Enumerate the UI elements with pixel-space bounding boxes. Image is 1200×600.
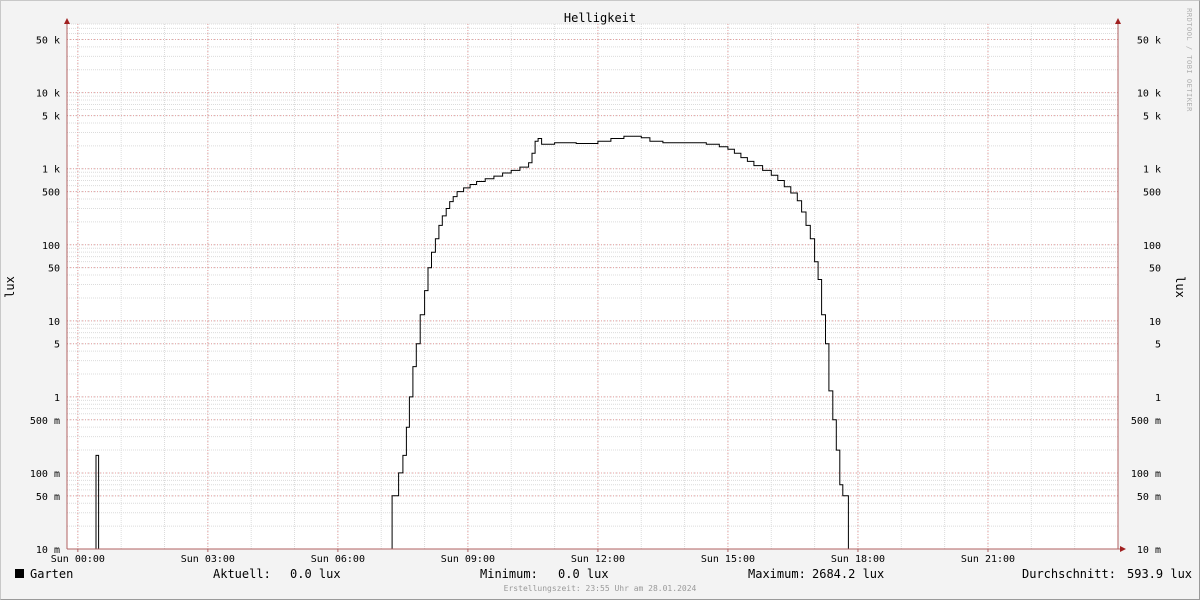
stat-avg-label: Durchschnitt:: [1022, 567, 1116, 581]
creation-timestamp: Erstellungszeit: 23:55 Uhr am 28.01.2024: [503, 584, 697, 593]
stat-current-value: 0.0 lux: [290, 567, 341, 581]
y-tick-label-left: 500 m: [30, 416, 60, 427]
y-tick-label-right: 10: [1149, 317, 1161, 328]
y-tick-label-left: 50 k: [36, 36, 60, 47]
y-tick-label-left: 100 m: [30, 469, 60, 480]
y-tick-label-left: 50: [48, 264, 60, 275]
stat-avg-value: 593.9 lux: [1127, 567, 1193, 581]
y-tick-label-right: 1: [1155, 393, 1161, 404]
x-tick-label: Sun 09:00: [441, 554, 495, 565]
legend-series-name: Garten: [30, 567, 74, 581]
y-tick-label-left: 10 m: [36, 545, 60, 556]
stat-min-label: Minimum:: [480, 567, 538, 581]
watermark: RRDTOOL / TOBI OETIKER: [1185, 8, 1193, 112]
y-axis-label-right: lux: [1173, 276, 1187, 298]
y-tick-label-left: 5: [54, 340, 60, 351]
y-tick-label-right: 10 k: [1137, 89, 1161, 100]
y-tick-label-left: 500: [42, 188, 60, 199]
y-tick-label-right: 500: [1143, 188, 1161, 199]
x-tick-label: Sun 03:00: [181, 554, 235, 565]
y-axis-label-left: lux: [3, 276, 17, 298]
stat-max-label: Maximum:: [748, 567, 806, 581]
stat-min-value: 0.0 lux: [558, 567, 609, 581]
y-axis-arrow-right: [1115, 18, 1121, 24]
x-tick-label: Sun 18:00: [831, 554, 885, 565]
x-tick-label: Sun 12:00: [571, 554, 625, 565]
y-tick-label-right: 5 k: [1143, 112, 1161, 123]
y-tick-label-left: 100: [42, 241, 60, 252]
y-tick-label-right: 50 k: [1137, 36, 1161, 47]
y-tick-label-right: 50: [1149, 264, 1161, 275]
x-axis-arrow: [1120, 546, 1126, 552]
y-tick-label-right: 5: [1155, 340, 1161, 351]
x-tick-label: Sun 21:00: [961, 554, 1015, 565]
y-tick-label-right: 100: [1143, 241, 1161, 252]
x-tick-label: Sun 15:00: [701, 554, 755, 565]
chart-title: Helligkeit: [564, 11, 636, 25]
y-tick-label-right: 1 k: [1143, 165, 1161, 176]
y-tick-label-right: 500 m: [1131, 416, 1161, 427]
y-tick-label-left: 50 m: [36, 492, 60, 503]
y-tick-label-left: 1: [54, 393, 60, 404]
stat-max-value: 2684.2 lux: [812, 567, 885, 581]
stat-current-label: Aktuell:: [213, 567, 271, 581]
y-tick-label-left: 5 k: [42, 112, 60, 123]
y-tick-label-right: 10 m: [1137, 545, 1161, 556]
y-axis-arrow-left: [64, 18, 70, 24]
plot-area: [67, 24, 1118, 549]
y-tick-label-right: 50 m: [1137, 492, 1161, 503]
x-tick-label: Sun 06:00: [311, 554, 365, 565]
y-tick-label-left: 1 k: [42, 165, 60, 176]
y-tick-label-right: 100 m: [1131, 469, 1161, 480]
y-tick-label-left: 10: [48, 317, 60, 328]
chart-canvas: Sun 00:00 Sun 03:00 Sun 06:00 Sun 09:00 Sun …: [3, 8, 1193, 565]
y-tick-label-left: 10 k: [36, 89, 60, 100]
legend-swatch-garten: [15, 569, 24, 578]
